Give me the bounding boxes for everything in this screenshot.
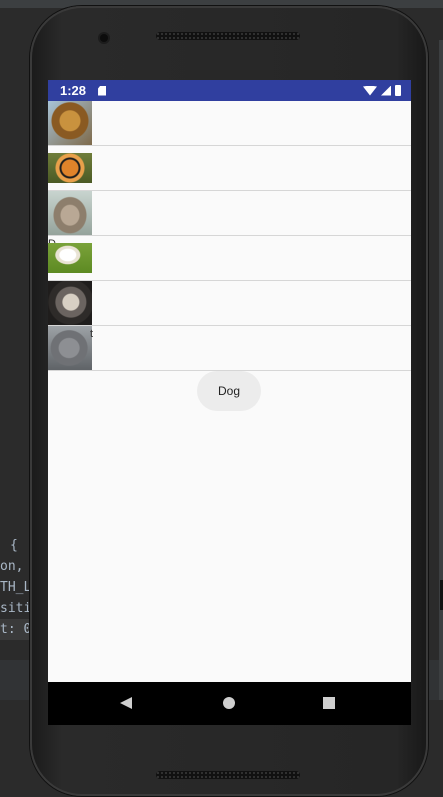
battery-icon — [395, 85, 401, 96]
wifi-icon — [363, 85, 377, 96]
elephant-thumbnail — [48, 326, 92, 370]
top-speaker-grille — [156, 32, 300, 40]
device-screen: 1:28 D t Dog — [48, 80, 411, 725]
dog-thumbnail — [48, 243, 92, 273]
front-camera-icon — [100, 34, 108, 42]
toast-message: Dog — [197, 371, 261, 411]
tiger-thumbnail — [48, 153, 92, 183]
signal-icon — [381, 85, 391, 96]
navigation-bar — [48, 682, 411, 725]
list-item[interactable]: t — [48, 326, 411, 371]
list-item[interactable] — [48, 101, 411, 146]
bottom-speaker-grille — [156, 771, 300, 779]
sd-card-icon — [98, 85, 107, 96]
list-item[interactable]: D — [48, 236, 411, 281]
monkey-thumbnail — [48, 191, 92, 235]
animal-list[interactable]: D t — [48, 101, 411, 371]
back-icon[interactable] — [120, 697, 132, 709]
status-time: 1:28 — [60, 83, 87, 98]
home-icon[interactable] — [223, 697, 235, 709]
status-icons — [363, 85, 401, 96]
list-item[interactable] — [48, 146, 411, 191]
cat-thumbnail — [48, 281, 92, 325]
list-item[interactable] — [48, 191, 411, 236]
status-bar: 1:28 — [48, 80, 411, 101]
lion-thumbnail — [48, 101, 92, 145]
recent-apps-icon[interactable] — [323, 697, 335, 709]
list-item[interactable] — [48, 281, 411, 326]
list-item-label: t — [90, 328, 94, 340]
